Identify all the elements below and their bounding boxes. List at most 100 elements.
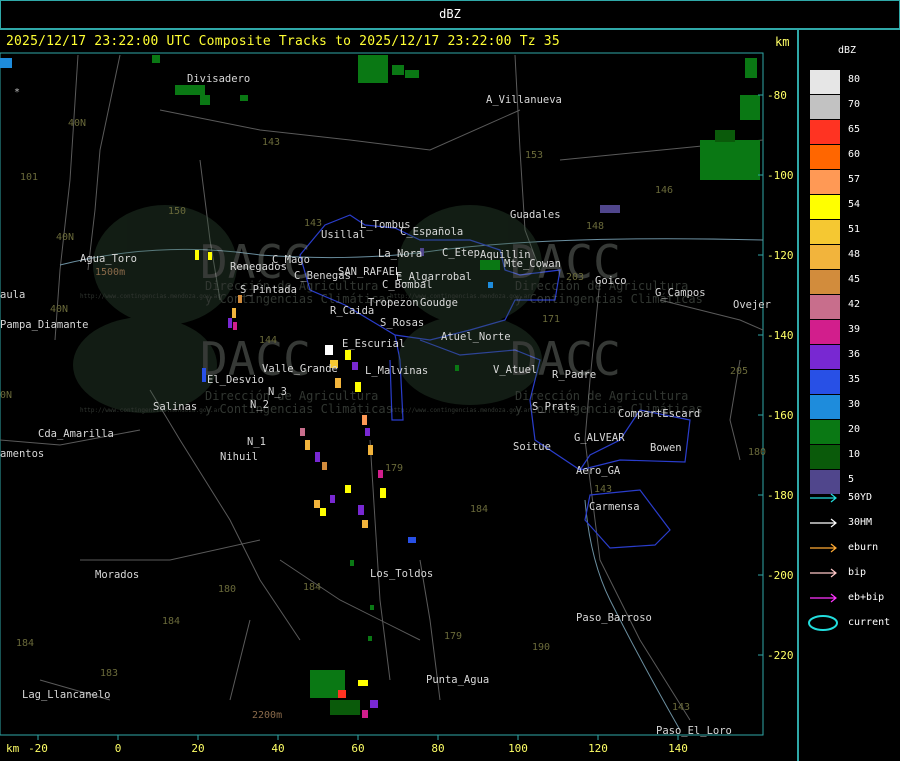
place-salinas: Salinas [153,401,197,413]
legend-swatch [810,170,840,194]
legend-swatch [810,145,840,169]
legend-label: 35 [848,374,861,385]
route-143b: 143 [304,218,322,229]
route-183: 183 [100,668,118,679]
legend-title: dBZ [838,45,857,56]
route-150: 150 [168,206,186,217]
legend-swatch [810,345,840,369]
legend-label: 5 [848,474,855,485]
legend-swatch [810,245,840,269]
place-aula: aula [0,289,25,301]
place-c-espanola: C_Española [400,226,463,238]
place-r-padre: R_Padre [552,369,596,381]
place-n-2: N_2 [250,399,269,411]
track-label: bip [848,567,867,578]
place-goico: Goico [595,275,627,287]
elevation-2200: 2200m [252,710,282,721]
legend-swatch [810,120,840,144]
legend-swatch [810,270,840,294]
legend-swatch [810,395,840,419]
track-label: 30HM [848,517,873,528]
x-tick-label: 0 [115,742,122,755]
legend-label: 54 [848,199,861,210]
legend-label: 80 [848,74,861,85]
place-el-desvio: El_Desvio [207,374,264,386]
place-n-3: N_3 [268,386,287,398]
x-tick-label: 40 [271,742,284,755]
place-cda-amarilla: Cda_Amarilla [38,428,114,440]
star-marker: * [14,87,20,98]
legend-swatch [810,95,840,119]
route-143d: 143 [672,702,690,713]
place-c-etep: C_Etep [442,247,480,259]
place-bowen: Bowen [650,442,682,454]
place-g-campos: G_Campos [655,287,706,299]
place-goudge: Goudge [420,297,458,309]
place-mte-cowan: Mte_Cowan [504,258,561,270]
route-180: 180 [218,584,236,595]
route-143: 143 [262,137,280,148]
x-axis: km -20 0 20 40 60 80 100 120 140 [6,735,688,755]
place-carmensa: Carmensa [589,501,640,513]
y-tick-label: -120 [767,249,794,262]
legend-swatch [810,445,840,469]
y-tick-label: -160 [767,409,794,422]
legend-swatch [810,420,840,444]
watermark-line2-a: y Contingencias Climáticas [205,292,393,306]
x-tick-label: 80 [431,742,444,755]
place-lag-llancanelo: Lag_Llancanelo [22,689,111,701]
place-a-villanueva: A_Villanueva [486,94,562,106]
radar-map[interactable]: DACC DACC DACC DACC Dirección de Agricul… [0,0,797,761]
legend-label: 39 [848,324,861,335]
place-paso-el-loro: Paso_El_Loro [656,725,732,737]
route-143c: 143 [594,484,612,495]
place-amentos: amentos [0,448,44,460]
route-40n-c: 40N [50,304,68,315]
route-101: 101 [20,172,38,183]
elevation-1500: 1500m [95,267,125,278]
place-los-toldos: Los_Toldos [370,568,433,580]
track-label: 50YD [848,492,873,503]
current-ellipse-icon [808,615,838,631]
track-arrow-icon [810,493,837,503]
legend-label: 57 [848,174,861,185]
track-arrow-icon [810,593,837,603]
place-c-bombal: C_Bombal [382,279,433,291]
watermark-url-d: http://www.contingencias.mendoza.gov.ar [390,407,531,414]
dacc-watermark: DACC DACC DACC DACC Dirección de Agricul… [73,205,703,416]
legend-label: 48 [848,249,861,260]
legend-label: 10 [848,449,861,460]
place-s-prats: S_Prats [532,401,576,413]
route-184c: 184 [16,638,34,649]
place-agua-toro: Agua_Toro [80,253,137,265]
legend-swatch [810,195,840,219]
place-punta-agua: Punta_Agua [426,674,489,686]
y-tick-label: -220 [767,649,794,662]
place-c-mago: C_Mago [272,254,310,266]
legend-swatch [810,295,840,319]
place-guadales: Guadales [510,209,561,221]
route-153: 153 [525,150,543,161]
place-soitue: Soitue [513,441,551,453]
x-tick-label: 100 [508,742,528,755]
track-label: eburn [848,542,879,553]
x-tick-label: 140 [668,742,688,755]
legend-swatch [810,320,840,344]
place-tropezon: Tropezon [368,297,419,309]
place-e-escurial: E_Escurial [342,338,405,350]
legend-label: 42 [848,299,861,310]
route-180b: 180 [748,447,766,458]
place-aero-ga: Aero_GA [576,465,621,477]
place-s-rosas: S_Rosas [380,317,424,329]
legend-swatch [810,370,840,394]
legend-label: 51 [848,224,861,235]
y-tick-label: -140 [767,329,794,342]
y-tick-label: -80 [767,89,787,102]
place-n-1: N_1 [247,436,266,448]
place-atuel-norte: Atuel_Norte [441,331,511,343]
place-paso-barroso: Paso_Barroso [576,612,652,624]
route-179b: 179 [444,631,462,642]
legend-label: 20 [848,424,861,435]
route-0n: 0N [0,390,12,401]
watermark-url-b: http://www.contingencias.mendoza.gov.ar [80,407,221,414]
